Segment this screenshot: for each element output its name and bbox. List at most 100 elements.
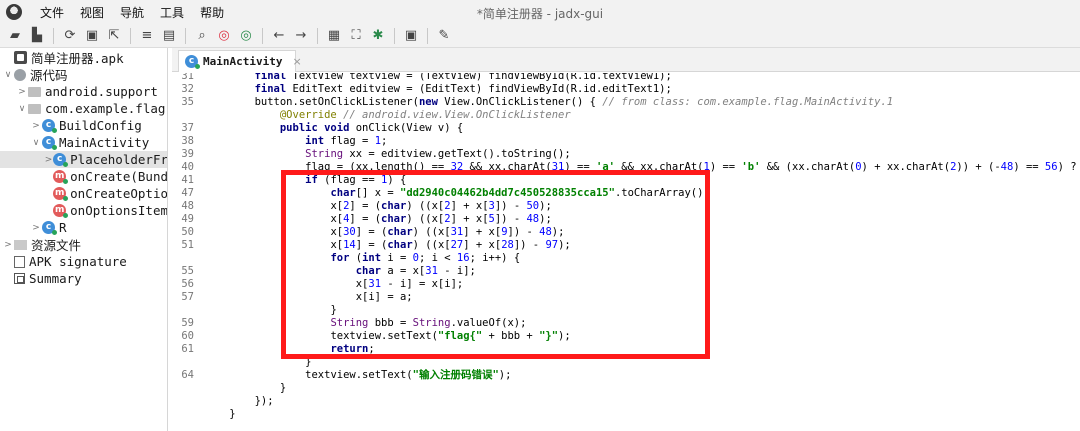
tree-item-label: MainActivity [59,135,150,150]
code-token: }); [254,395,274,407]
code-token: @Override [279,109,344,121]
export-icon[interactable]: ⇱ [104,26,124,46]
tree-item[interactable]: > 资源文件 [0,236,167,253]
package-icon[interactable]: ▤ [159,26,179,46]
code-token: int [305,135,331,147]
tree-item-label: android.support [45,84,158,99]
code-token: final [254,83,293,95]
forward-icon[interactable]: → [291,26,311,46]
tree-item[interactable]: > android.support [0,83,167,100]
line-number: 56 [181,278,194,290]
chevron-right-icon[interactable]: > [16,87,28,97]
preferences-icon[interactable]: ✎ [434,26,454,46]
tab-mainactivity[interactable]: c MainActivity × [178,50,302,72]
code-token: ) ? [1057,161,1077,173]
method-icon: m [53,170,69,184]
tree-item-label: R [59,220,67,235]
source-icon [14,68,26,81]
tree-item[interactable]: m onCreate(Bund [0,168,168,185]
line-number: 59 [181,317,194,329]
tree-item[interactable]: APK signature [0,253,167,270]
menu-help[interactable]: 帮助 [192,4,232,21]
tree-item-label: Summary [29,271,82,286]
chevron-down-icon[interactable]: ∨ [16,104,28,114]
code-token: ; [381,135,388,147]
menu-view[interactable]: 视图 [72,4,112,21]
tree-item[interactable]: ∨ 源代码 [0,66,167,83]
line-number: 51 [181,239,194,251]
code-token: flag = [330,135,375,147]
editor-tab-strip: c MainActivity × [172,48,1080,72]
code-token: // android.view.View.OnClickListener [343,109,571,121]
chevron-right-icon[interactable]: > [44,155,53,165]
code-token: button.setOnClickListener( [254,96,419,108]
tree-item[interactable]: > c BuildConfig [0,117,167,134]
deobfuscation-icon[interactable]: ▦ [324,26,344,46]
chevron-right-icon[interactable]: > [30,223,42,233]
line-number: 60 [181,330,194,342]
tree-item[interactable]: ∨ com.example.flag [0,100,167,117]
class-icon: c [42,221,57,235]
open-icon[interactable]: ▰ [5,26,25,46]
quark-icon[interactable]: ⛶ [346,26,366,46]
close-icon[interactable]: × [292,55,301,68]
line-number: 47 [181,187,194,199]
code-token: 56 [1044,161,1058,173]
chevron-right-icon[interactable]: > [2,240,14,250]
chevron-right-icon[interactable]: > [30,121,42,131]
menu-tools[interactable]: 工具 [152,4,192,21]
package-icon [28,104,41,114]
code-token: 48 [1000,161,1014,173]
code-token: final [254,73,293,82]
save-icon[interactable]: ▣ [82,26,102,46]
method-icon: m [53,204,69,218]
save-all-icon[interactable]: ▙ [27,26,47,46]
tree-item-label: onCreate(Bund [70,169,168,184]
code-token: String [305,148,350,160]
search-icon[interactable]: ⌕ [192,26,212,46]
file-icon [14,255,25,268]
menu-file[interactable]: 文件 [32,4,72,21]
code-token: } [229,408,236,420]
app-logo-icon [6,4,22,20]
code-line: } [172,382,1080,395]
line-number: 64 [181,369,194,381]
code-line: @Override // android.view.View.OnClickLi… [172,109,1080,122]
find-usage-icon[interactable]: ◎ [236,26,256,46]
tree-item[interactable]: ∨ c MainActivity [0,134,167,151]
back-icon[interactable]: ← [269,26,289,46]
tree-item[interactable]: m onOptionsItem [0,202,167,219]
tree-item[interactable]: 简单注册器.apk [0,49,167,66]
class-icon: c [53,153,69,167]
tree-item[interactable]: m onCreateOptio [0,185,167,202]
menu-navigation[interactable]: 导航 [112,4,152,21]
summary-icon [14,273,25,284]
tree-item[interactable]: > c R [0,219,167,236]
code-token: ); [498,369,512,381]
line-number: 50 [181,226,194,238]
toolbar-divider [317,27,318,44]
code-token: TextView textview = (TextView) findViewB… [292,73,672,82]
log-icon[interactable]: ▣ [401,26,421,46]
debug-icon[interactable]: ✱ [368,26,388,46]
line-number: 37 [181,122,194,134]
chevron-down-icon[interactable]: ∨ [30,138,42,148]
tree-item[interactable]: Summary [0,270,167,287]
tree-item[interactable]: > c PlaceholderFr [0,151,167,168]
sync-icon[interactable]: ⟳ [60,26,80,46]
find-class-icon[interactable]: ◎ [214,26,234,46]
line-number: 35 [181,96,194,108]
line-number: 41 [181,174,194,186]
chevron-down-icon[interactable]: ∨ [2,70,14,80]
code-line: 39 String xx = editview.getText().toStri… [172,148,1080,161]
tab-label: MainActivity [203,55,283,68]
apk-icon [14,51,27,64]
flatten-icon[interactable]: ≡ [137,26,157,46]
tree-item-label: BuildConfig [59,118,142,133]
code-line: } [172,408,1080,421]
package-icon [28,87,41,97]
line-number: 49 [181,213,194,225]
